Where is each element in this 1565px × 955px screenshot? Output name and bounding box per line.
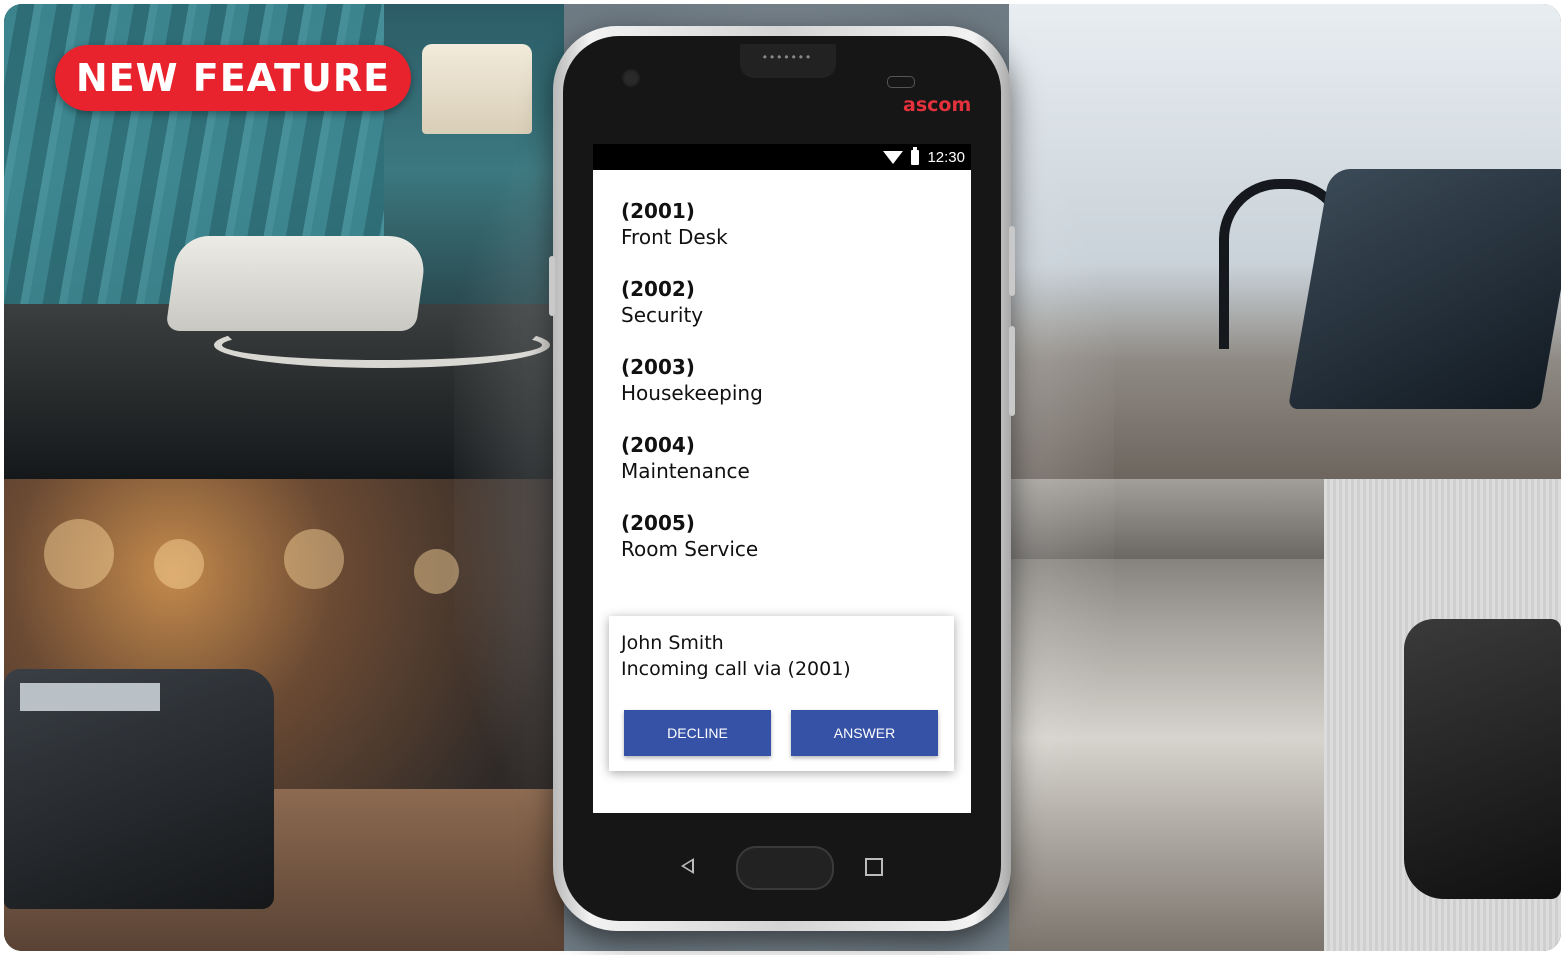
status-bar: 12:30	[593, 144, 971, 170]
list-item[interactable]: (2005) Room Service	[621, 510, 971, 562]
extension-number: (2002)	[621, 277, 695, 301]
list-item[interactable]: (2002) Security	[621, 276, 971, 328]
extension-number: (2005)	[621, 511, 695, 535]
nav-bar	[593, 836, 971, 896]
back-triangle-icon[interactable]	[681, 858, 694, 874]
list-item[interactable]: (2003) Housekeeping	[621, 354, 971, 406]
list-item[interactable]: (2001) Front Desk	[621, 198, 971, 250]
contact-name: Maintenance	[621, 459, 750, 483]
caller-name: John Smith	[621, 632, 724, 654]
desk-telephone	[4, 669, 274, 909]
front-camera-icon	[621, 68, 641, 88]
contact-name: Housekeeping	[621, 381, 763, 405]
decline-button[interactable]: DECLINE	[624, 710, 771, 756]
call-detail: Incoming call via (2001)	[621, 658, 851, 680]
contact-name: Front Desk	[621, 225, 728, 249]
device-front: ••••••• ascom 12:30 (2001) Front Desk (2…	[563, 36, 1001, 921]
bokeh-light	[154, 539, 204, 589]
bokeh-light	[44, 519, 114, 589]
device-screen: 12:30 (2001) Front Desk (2002) Security …	[593, 144, 971, 813]
extension-number: (2003)	[621, 355, 695, 379]
ascom-handset: ••••••• ascom 12:30 (2001) Front Desk (2…	[549, 26, 1015, 931]
new-feature-badge: NEW FEATURE	[55, 45, 411, 111]
side-button[interactable]	[1009, 326, 1015, 416]
contact-name: Room Service	[621, 537, 759, 561]
office-telephone	[1287, 169, 1561, 409]
recent-square-icon[interactable]	[865, 858, 883, 876]
answer-button[interactable]: ANSWER	[791, 710, 938, 756]
list-item[interactable]: (2004) Maintenance	[621, 432, 971, 484]
contact-name: Security	[621, 303, 704, 327]
incoming-call-dialog: John Smith Incoming call via (2001) DECL…	[609, 616, 954, 771]
proximity-sensor	[887, 76, 915, 88]
desk-phone-screen	[20, 683, 160, 711]
contact-list: (2001) Front Desk (2002) Security (2003)…	[593, 170, 971, 562]
bokeh-light	[414, 549, 459, 594]
lobby-telephone	[165, 236, 429, 331]
earpiece-speaker: •••••••	[740, 44, 836, 78]
extension-number: (2004)	[621, 433, 695, 457]
side-button[interactable]	[1009, 226, 1015, 296]
bokeh-light	[284, 529, 344, 589]
brand-logo: ascom	[903, 94, 972, 116]
home-button[interactable]	[736, 846, 834, 890]
wifi-icon	[883, 150, 904, 164]
status-time: 12:30	[927, 148, 965, 166]
battery-icon	[911, 146, 920, 165]
volume-button[interactable]	[549, 256, 555, 316]
extension-number: (2001)	[621, 199, 695, 223]
wall-telephone	[1404, 619, 1561, 899]
